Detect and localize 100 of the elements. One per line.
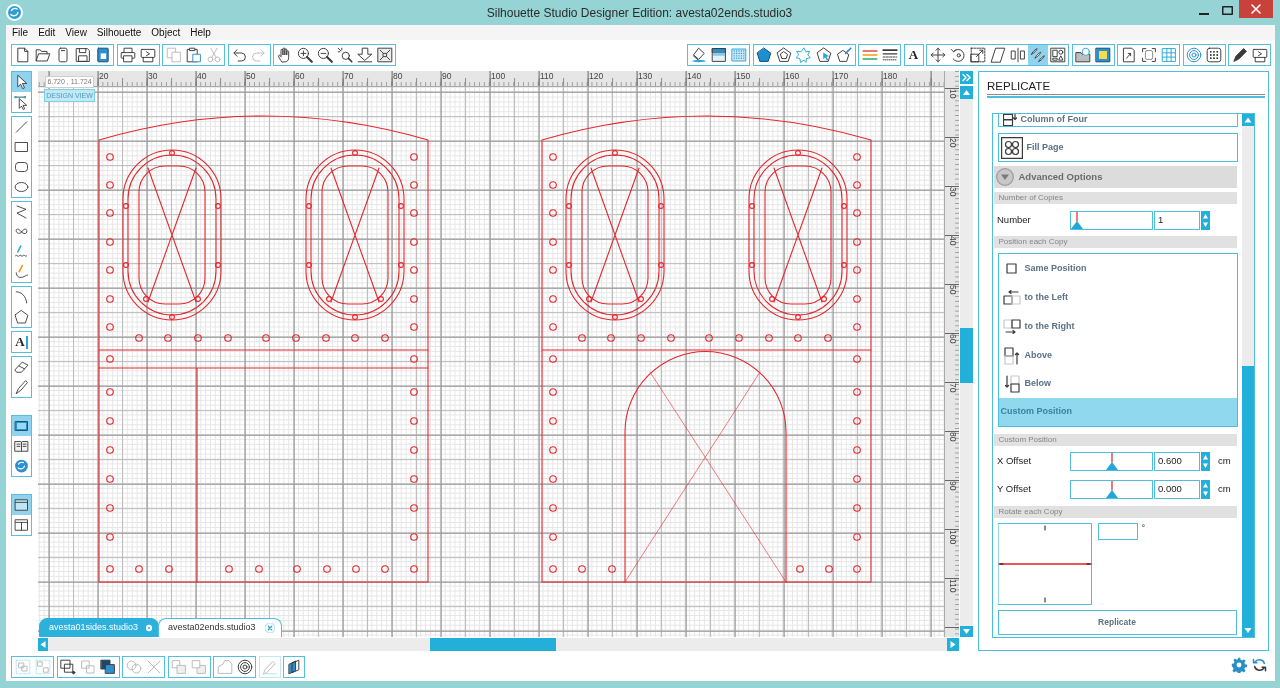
solid-pentagon-icon[interactable] [754, 45, 774, 65]
ruler-label: 60 [948, 334, 958, 344]
ruler-label: 30 [948, 187, 958, 197]
advanced-options-toggle[interactable]: Advanced Options [993, 166, 1237, 188]
settings-icon[interactable] [1231, 657, 1247, 673]
menu-item[interactable]: Object [146, 25, 186, 40]
preset-option[interactable]: Column of Four [997, 114, 1238, 127]
scrollbar-thumb[interactable] [960, 328, 973, 383]
document-tab[interactable]: avesta02ends.studio3 [158, 618, 282, 637]
ruler-label: 40 [948, 236, 958, 246]
leaf-shapes-icon[interactable] [1027, 45, 1048, 65]
close-tab-icon[interactable] [146, 622, 152, 633]
scroll-left-icon[interactable] [38, 638, 48, 651]
scrollbar-thumb[interactable] [1242, 366, 1254, 624]
star-outline-icon[interactable] [794, 45, 814, 65]
merged-squares-icon[interactable] [98, 657, 118, 677]
menu-item[interactable]: Silhouette [91, 25, 147, 40]
ruler-label: 130 [638, 71, 653, 81]
ruler-label: 120 [589, 71, 604, 81]
ruler-label: 170 [834, 71, 849, 81]
stepper-icon[interactable] [1201, 211, 1210, 230]
ruler-label: 100 [491, 71, 506, 81]
ruler-label: 70 [344, 71, 354, 81]
square-icon [1006, 263, 1017, 274]
position-option[interactable]: Below [998, 370, 1237, 398]
slider-thumb[interactable] [1071, 212, 1083, 229]
ruler-label: 50 [246, 71, 256, 81]
ruler-label: 90 [442, 71, 452, 81]
vertical-scrollbar[interactable] [960, 99, 973, 626]
position-option[interactable]: to the Left [998, 283, 1237, 312]
close-tab-icon[interactable] [265, 623, 275, 633]
horizontal-scrollbar[interactable] [48, 638, 947, 651]
text-tool-button[interactable]: A [11, 331, 32, 353]
ruler-label: 110 [948, 579, 958, 593]
nested-pentagon-icon[interactable] [774, 45, 794, 65]
ruler-label: 80 [393, 71, 403, 81]
field-label: X Offset [997, 454, 1033, 469]
ruler-label: 30 [148, 71, 158, 81]
stacked-squares-icon [1002, 114, 1017, 126]
scroll-down-icon[interactable] [960, 626, 973, 637]
panel-scrollbar[interactable] [1242, 126, 1254, 624]
ruler-label: 180 [883, 71, 898, 81]
window-title: Silhouette Studio Designer Edition: avesta02ends.studio3 [486, 4, 793, 22]
menu-item[interactable]: Edit [33, 25, 61, 40]
scrollbar-thumb[interactable] [430, 638, 556, 651]
section-heading: Custom Position [993, 434, 1237, 446]
pentagon-pointer-icon[interactable] [814, 45, 834, 65]
ruler-label: 40 [197, 71, 207, 81]
text-style-button[interactable]: A [903, 44, 924, 66]
folder-badge-icon[interactable] [1073, 45, 1093, 65]
scroll-down-icon[interactable] [1242, 624, 1254, 637]
field-label: Y Offset [997, 482, 1032, 497]
ruler-label: 60 [295, 71, 305, 81]
compound-shape-icon[interactable] [58, 657, 78, 677]
scroll-up-icon[interactable] [960, 86, 973, 99]
unit-label: cm [1218, 454, 1231, 469]
replicate-button[interactable]: Replicate [997, 610, 1237, 635]
pentagon-icon[interactable] [12, 307, 31, 327]
number-field[interactable]: 0.000 [1154, 480, 1200, 499]
squares-right-arrow-icon [1002, 319, 1021, 334]
squares-left-arrow-icon [1002, 290, 1021, 305]
pentagon-pen-icon[interactable] [834, 45, 854, 65]
stepper-icon[interactable] [1201, 452, 1210, 471]
slider-thumb[interactable] [1105, 481, 1118, 498]
menu-item[interactable]: Help [185, 25, 216, 40]
ruler-label: 10 [948, 89, 958, 99]
section-heading: Number of Copies [993, 192, 1237, 204]
stepper-icon[interactable] [1201, 480, 1210, 499]
angle-field[interactable] [1097, 523, 1138, 540]
slider-thumb[interactable] [1105, 453, 1118, 470]
menu-item[interactable]: View [60, 25, 92, 40]
ruler-label: 20 [948, 138, 958, 148]
pointer-icon[interactable] [12, 72, 31, 92]
ruler-label: 150 [736, 71, 751, 81]
layers-icon[interactable] [283, 656, 305, 678]
field-label: Number [997, 213, 1032, 228]
dots-icon[interactable] [1204, 45, 1224, 65]
preset-option[interactable]: Fill Page [997, 133, 1238, 162]
ruler-label: 140 [687, 71, 702, 81]
maximize-icon[interactable] [1222, 6, 1233, 15]
rotation-dial[interactable] [997, 523, 1092, 605]
number-field[interactable]: 1 [1154, 211, 1200, 230]
position-option[interactable]: Same Position [998, 254, 1237, 283]
position-option[interactable]: to the Right [998, 312, 1237, 341]
printer-icon[interactable] [118, 45, 138, 65]
position-option[interactable]: Above [998, 341, 1237, 370]
screen-icon[interactable] [12, 416, 31, 436]
single-panel-icon[interactable] [12, 495, 31, 515]
framed-square-icon[interactable] [1093, 45, 1113, 65]
menu-item[interactable]: File [7, 25, 34, 40]
ruler-label: 100 [948, 530, 958, 545]
refresh-icon[interactable] [1252, 657, 1267, 673]
panel-title: REPLICATE [986, 79, 1052, 93]
scroll-up-icon[interactable] [1242, 114, 1254, 126]
four-circles-icon [1000, 136, 1023, 159]
close-icon[interactable] [1239, 0, 1273, 18]
scroll-right-icon[interactable] [947, 638, 959, 651]
design-canvas[interactable] [38, 87, 944, 637]
logo-icon [6, 4, 23, 21]
number-field[interactable]: 0.600 [1154, 452, 1200, 471]
